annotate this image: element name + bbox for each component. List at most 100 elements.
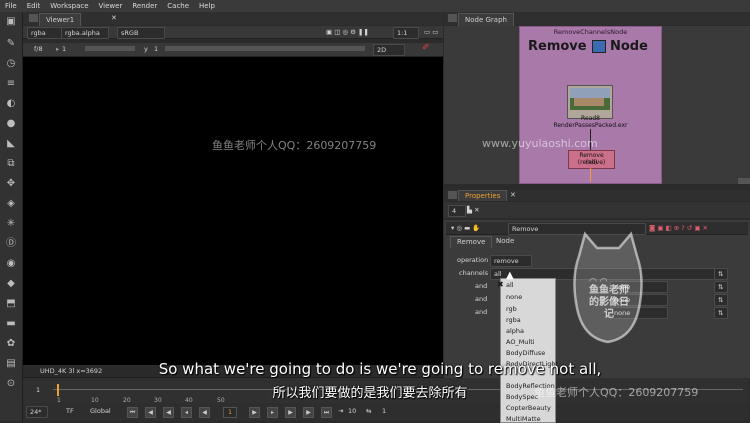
color-icon[interactable]: ◐	[5, 98, 17, 110]
channels-dropdown[interactable]: rgba	[27, 27, 63, 39]
remove-node[interactable]: Remove (remove) (all)	[568, 150, 615, 169]
end-frame-field[interactable]: 1	[379, 406, 389, 416]
gain-slider[interactable]	[85, 46, 135, 51]
menu-help[interactable]: Help	[194, 2, 220, 10]
keyer-icon[interactable]: ◣	[5, 138, 17, 150]
roi-icon[interactable]: ▣ ◫ ◎ ⚙ ❚❚	[323, 27, 372, 37]
collapse-icon[interactable]: ▾ ◎ ▬ ✋	[448, 223, 483, 233]
gamma-field[interactable]: 1	[151, 44, 161, 54]
tab-node-graph[interactable]: Node Graph	[458, 13, 514, 26]
views-icon[interactable]: ◉	[5, 258, 17, 270]
viewer-tabbar: Viewer1 ✕	[23, 12, 443, 26]
fps-dropdown[interactable]: 24*	[26, 406, 48, 418]
watermark-url: www.yuyulaoshi.com	[482, 137, 598, 150]
channels-label: channels	[459, 269, 489, 277]
deep-icon[interactable]: Ⓓ	[5, 238, 17, 250]
and-arrow-icon[interactable]: ⇅	[714, 281, 728, 293]
other-icon[interactable]: ▬	[5, 318, 17, 330]
menu-edit[interactable]: Edit	[22, 2, 46, 10]
backdrop-node[interactable]: RemoveChannelsNode Remove Node Read8 Ren…	[519, 26, 662, 184]
channels-arrow-icon[interactable]: ⇅	[714, 268, 728, 280]
channel-icon[interactable]: ≡	[5, 78, 17, 90]
draw-icon[interactable]: ✎	[5, 38, 17, 50]
filter-icon[interactable]: ●	[5, 118, 17, 130]
lock-icon[interactable]: ▙ ✕	[464, 205, 483, 215]
next-key-icon[interactable]: ▶	[303, 407, 314, 418]
menu-item-ao-multi[interactable]: AO_Multi	[506, 338, 535, 346]
tab-remove[interactable]: Remove	[450, 236, 493, 248]
read-node[interactable]	[567, 85, 613, 119]
operation-dropdown[interactable]: remove	[490, 255, 532, 267]
seal-text: 鱼鱼老师的影像日记	[589, 285, 629, 320]
minimap-icon[interactable]	[738, 178, 750, 184]
metadata-icon[interactable]: ◆	[5, 278, 17, 290]
backdrop-title-node: Node	[610, 39, 648, 54]
and-label: and	[475, 282, 488, 290]
menu-item-all[interactable]: all	[506, 281, 514, 289]
pane-menu-icon[interactable]	[448, 14, 457, 22]
menu-cache[interactable]: Cache	[162, 2, 194, 10]
next-increment-icon[interactable]: ▶	[285, 407, 296, 418]
menu-file[interactable]: File	[0, 2, 22, 10]
and-arrow-icon[interactable]: ⇅	[714, 307, 728, 319]
pick-icon[interactable]: ✐	[419, 43, 433, 53]
menu-item-multimatte[interactable]: MultiMatte	[506, 415, 541, 423]
menu-item-none[interactable]: none	[506, 293, 522, 301]
and-arrow-icon[interactable]: ⇅	[714, 294, 728, 306]
tab-viewer1[interactable]: Viewer1	[39, 13, 82, 26]
transport-bar: 24* TF Global ⏮ ◀ ◀ ◂ ◀ 1 ▶ ▸ ▶ ▶ ⏭ ⇥ 10…	[23, 403, 749, 421]
play-back-icon[interactable]: ◀	[199, 407, 210, 418]
prev-key-icon[interactable]: ◀	[145, 407, 156, 418]
fullscreen-icon[interactable]: ▭ ▭	[421, 27, 441, 37]
gain-field[interactable]: 1	[59, 44, 69, 54]
tf-dropdown[interactable]: TF	[63, 406, 77, 416]
check-icon: ✖	[497, 280, 504, 289]
tab-node[interactable]: Node	[490, 236, 520, 247]
tab-properties[interactable]: Properties	[458, 190, 508, 201]
menu-item-body-diffuse[interactable]: BodyDiffuse	[506, 349, 545, 357]
read-node-file: RenderPassesPacked.exr	[553, 122, 628, 129]
close-icon[interactable]: ✕	[504, 190, 522, 200]
increment-field[interactable]: 10	[345, 406, 359, 416]
alpha-dropdown[interactable]: rgba.alpha	[61, 27, 109, 39]
timeline-start: 1	[36, 386, 41, 394]
current-frame-field[interactable]: 1	[223, 407, 237, 418]
gamma-slider[interactable]	[165, 46, 365, 51]
watermark-qq-bottom: 鱼鱼老师个人QQ：2609207759	[534, 386, 699, 399]
close-icon[interactable]: ✕	[105, 12, 123, 24]
step-fwd-icon[interactable]: ▸	[267, 407, 278, 418]
menu-item-rgba[interactable]: rgba	[506, 316, 521, 324]
menu-viewer[interactable]: Viewer	[94, 2, 128, 10]
view-mode-dropdown[interactable]: 2D	[373, 44, 405, 56]
transform-icon[interactable]: ✥	[5, 178, 17, 190]
3d-icon[interactable]: ◈	[5, 198, 17, 210]
image-icon[interactable]: ▣	[5, 16, 17, 28]
last-frame-icon[interactable]: ⏭	[321, 407, 332, 418]
step-back-icon[interactable]: ◂	[181, 407, 192, 418]
node-color-icon[interactable]: ◙ ▣ ◧ ⊕ ? ↺ ▣ ✕	[646, 223, 711, 233]
plugins-icon[interactable]: ✿	[5, 338, 17, 350]
loop-icon[interactable]: ⇆	[363, 406, 374, 416]
zoom-dropdown[interactable]: 1:1	[393, 27, 419, 39]
scope-dropdown[interactable]: Global	[87, 406, 114, 416]
play-icon[interactable]: ▶	[249, 407, 260, 418]
pane-menu-icon[interactable]	[448, 191, 457, 199]
menu-item-alpha[interactable]: alpha	[506, 327, 524, 335]
pane-menu-icon[interactable]	[29, 14, 38, 22]
first-frame-icon[interactable]: ⏮	[127, 407, 138, 418]
viewer-canvas[interactable]	[23, 57, 443, 365]
menu-workspace[interactable]: Workspace	[45, 2, 93, 10]
menu-item-rgb[interactable]: rgb	[506, 305, 517, 313]
merge-icon[interactable]: ⧉	[5, 158, 17, 170]
toolsets-icon[interactable]: ⬒	[5, 298, 17, 310]
prev-increment-icon[interactable]: ◀	[163, 407, 174, 418]
settings-icon[interactable]: ⊙	[5, 378, 17, 390]
time-icon[interactable]: ◷	[5, 58, 17, 70]
menu-render[interactable]: Render	[127, 2, 162, 10]
furnace-icon[interactable]: ▤	[5, 358, 17, 370]
playhead[interactable]	[57, 384, 59, 396]
and-label: and	[475, 295, 488, 303]
particles-icon[interactable]: ✳	[5, 218, 17, 230]
menu-item-copter-beauty[interactable]: CopterBeauty	[506, 404, 551, 412]
colorspace-dropdown[interactable]: sRGB	[117, 27, 165, 39]
